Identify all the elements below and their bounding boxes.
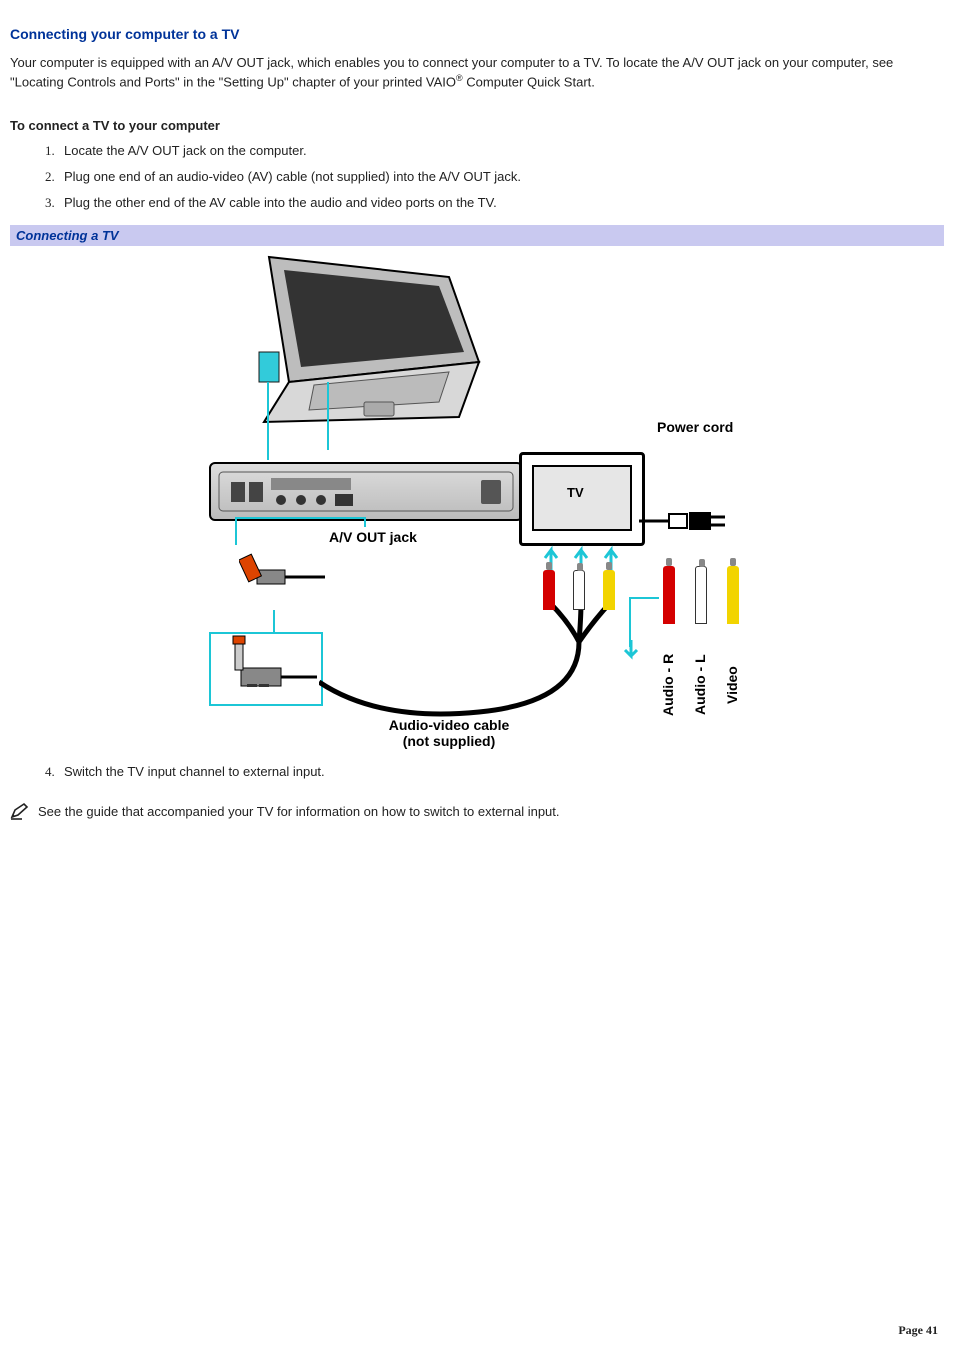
step-text: Plug one end of an audio-video (AV) cabl… <box>64 169 521 184</box>
label-av-out: A/V OUT jack <box>329 530 417 545</box>
rca-plug-yellow <box>603 570 615 610</box>
section-heading: Connecting your computer to a TV <box>10 26 944 42</box>
figure-container: A/V OUT jack TV Power cord <box>10 252 944 752</box>
rca-plug-red-tv <box>663 566 675 624</box>
label-audio-l: Audio - L <box>693 640 708 730</box>
label-av-cable-line2: (not supplied) <box>403 733 496 749</box>
registered-mark: ® <box>456 73 463 83</box>
label-av-cable-line1: Audio-video cable <box>389 717 510 733</box>
step-text: Switch the TV input channel to external … <box>64 764 325 779</box>
steps-list-bottom: Switch the TV input channel to external … <box>10 764 944 780</box>
figure-caption-bar: Connecting a TV <box>10 225 944 246</box>
label-tv-text: TV <box>567 486 584 500</box>
miniplug-zoom-box <box>209 632 323 706</box>
figure-caption-text: Connecting a TV <box>16 228 119 243</box>
rca-plug-red <box>543 570 555 610</box>
port-panel-illustration <box>209 462 523 521</box>
step-text: Plug the other end of the AV cable into … <box>64 195 497 210</box>
miniplug-detail <box>239 552 329 612</box>
note-block: See the guide that accompanied your TV f… <box>10 804 944 823</box>
page-number: Page 41 <box>898 1323 938 1338</box>
step-item: Plug one end of an audio-video (AV) cabl… <box>58 169 944 185</box>
connection-diagram: A/V OUT jack TV Power cord <box>169 252 785 752</box>
intro-text-2: Computer Quick Start. <box>463 74 595 89</box>
steps-list-top: Locate the A/V OUT jack on the computer.… <box>10 143 944 211</box>
rca-plug-white-tv <box>695 566 707 624</box>
intro-text-1: Your computer is equipped with an A/V OU… <box>10 55 893 89</box>
note-text: See the guide that accompanied your TV f… <box>38 804 560 819</box>
step-item: Plug the other end of the AV cable into … <box>58 195 944 211</box>
power-plug-illustration <box>639 506 759 536</box>
label-av-cable: Audio-video cable (not supplied) <box>349 718 549 749</box>
rca-plug-yellow-tv <box>727 566 739 624</box>
step-item: Locate the A/V OUT jack on the computer. <box>58 143 944 159</box>
note-pencil-icon <box>10 802 30 823</box>
label-video: Video <box>725 650 740 720</box>
intro-paragraph: Your computer is equipped with an A/V OU… <box>10 54 944 90</box>
step-item: Switch the TV input channel to external … <box>58 764 944 780</box>
rca-plug-white <box>573 570 585 610</box>
label-power-cord: Power cord <box>657 420 733 435</box>
subsection-heading: To connect a TV to your computer <box>10 118 944 133</box>
step-text: Locate the A/V OUT jack on the computer. <box>64 143 307 158</box>
label-audio-r: Audio - R <box>661 640 676 730</box>
